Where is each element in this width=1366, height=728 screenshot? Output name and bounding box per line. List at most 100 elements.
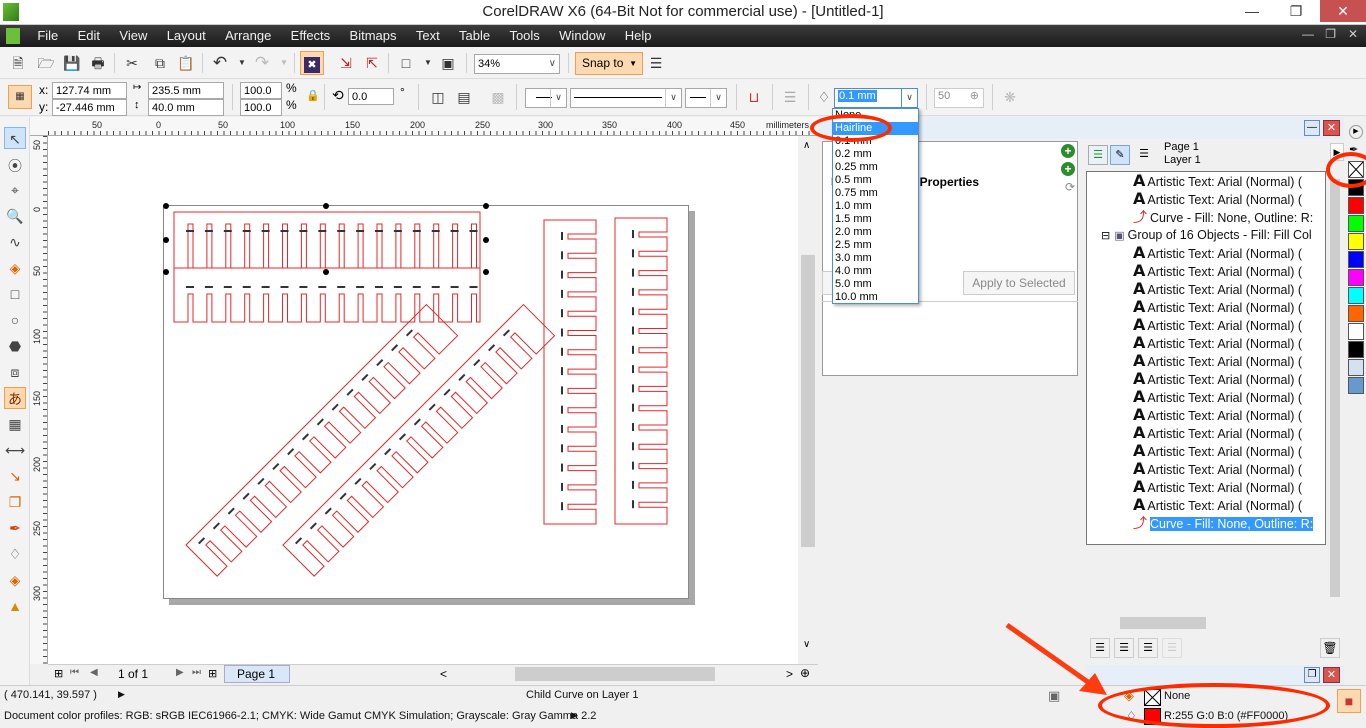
menu-effects[interactable]: Effects — [283, 25, 339, 47]
page-tab-1[interactable]: Page 1 — [224, 665, 290, 683]
object-tree-item[interactable]: A Artistic Text: Arial (Normal) ( — [1133, 388, 1302, 406]
interactive-fill-tool-icon[interactable]: ▲ — [4, 595, 26, 617]
horizontal-scroll-thumb[interactable] — [515, 667, 715, 681]
ellipse-tool-icon[interactable]: ○ — [4, 309, 26, 331]
freehand-tool-icon[interactable]: ∿ — [4, 231, 26, 253]
close-curve-icon[interactable]: ⊔ — [744, 87, 764, 107]
object-tree-item[interactable]: ⤴ Curve - Fill: None, Outline: R: — [1133, 514, 1314, 532]
snap-to-button[interactable]: Snap to ▼ — [575, 52, 643, 75]
menu-view[interactable]: View — [111, 25, 155, 47]
copy-icon[interactable]: ⧉ — [150, 53, 170, 73]
object-tree-item[interactable]: A Artistic Text: Arial (Normal) ( — [1133, 280, 1302, 298]
object-tree-item[interactable]: A Artistic Text: Arial (Normal) ( — [1133, 496, 1302, 514]
paste-icon[interactable]: 📋 — [176, 53, 196, 73]
redo-icon[interactable]: ↷ — [252, 53, 272, 73]
dimension-tool-icon[interactable]: ⟷ — [4, 439, 26, 461]
object-tree-item[interactable]: A Artistic Text: Arial (Normal) ( — [1133, 316, 1302, 334]
menu-layout[interactable]: Layout — [159, 25, 214, 47]
object-tree-item[interactable]: A Artistic Text: Arial (Normal) ( — [1133, 298, 1302, 316]
color-swatch[interactable] — [1348, 377, 1364, 394]
color-swatch[interactable] — [1348, 233, 1364, 250]
add-icon[interactable]: + — [1061, 162, 1075, 176]
outline-width-option[interactable]: 5.0 mm — [833, 278, 918, 291]
object-tree-item[interactable]: A Artistic Text: Arial (Normal) ( — [1133, 190, 1302, 208]
menu-edit[interactable]: Edit — [70, 25, 108, 47]
object-tree-item[interactable]: ⊟ ▣ Group of 16 Objects - Fill: Fill Col — [1101, 226, 1312, 244]
outline-width-option[interactable]: 0.25 mm — [833, 161, 918, 174]
launcher-icon[interactable]: ✖ — [300, 51, 324, 75]
zoom-tool-icon[interactable]: 🔍 — [4, 205, 26, 227]
vertical-ruler[interactable]: 50 0 50 100 150 200 250 300 — [30, 136, 48, 664]
start-arrow-select[interactable]: ∨ — [525, 88, 567, 108]
scroll-left-icon[interactable]: < — [440, 667, 447, 681]
x-position-input[interactable] — [52, 82, 127, 99]
object-tree-item[interactable]: A Artistic Text: Arial (Normal) ( — [1133, 334, 1302, 352]
save-icon[interactable]: 💾 — [62, 53, 82, 73]
publish-dropdown-icon[interactable]: ▼ — [418, 53, 438, 73]
y-position-input[interactable] — [52, 99, 127, 116]
maximize-button[interactable]: ❐ — [1274, 0, 1318, 22]
color-swatch[interactable] — [1348, 197, 1364, 214]
color-swatch[interactable] — [1348, 323, 1364, 340]
fill-tool-icon[interactable]: ◈ — [4, 569, 26, 591]
object-tree-item[interactable]: A Artistic Text: Arial (Normal) ( — [1133, 262, 1302, 280]
object-tree[interactable]: A Artistic Text: Arial (Normal) (A Artisti… — [1086, 171, 1326, 545]
outline-tool-icon[interactable]: ♢ — [4, 543, 26, 565]
edit-across-layers-icon[interactable]: ✎ — [1110, 145, 1130, 165]
expand-arrow-icon[interactable]: ▶ — [118, 689, 125, 700]
add-icon[interactable]: + — [1061, 144, 1075, 158]
color-profiles[interactable]: Document color profiles: RGB: sRGB IEC61… — [4, 710, 596, 722]
reference-point-icon[interactable]: ▦ — [8, 85, 32, 109]
new-master-odd-layer-icon[interactable]: ☰ — [1138, 638, 1158, 658]
polygon-tool-icon[interactable]: ⬣ — [4, 335, 26, 357]
color-swatch[interactable] — [1348, 269, 1364, 286]
outline-width-option[interactable]: 0.5 mm — [833, 174, 918, 187]
color-swatch[interactable] — [1348, 215, 1364, 232]
collapse-icon[interactable]: ⊟ — [1101, 230, 1110, 242]
options-icon[interactable]: ☰ — [646, 53, 666, 73]
menu-file[interactable]: File — [29, 25, 66, 47]
menu-window[interactable]: Window — [551, 25, 613, 47]
undo-icon[interactable]: ↶ — [210, 53, 230, 73]
object-tree-scrollbar[interactable] — [1328, 171, 1342, 617]
scroll-right-icon[interactable]: > — [786, 667, 793, 681]
smart-fill-tool-icon[interactable]: ◈ — [4, 257, 26, 279]
table-tool-icon[interactable]: ▦ — [4, 413, 26, 435]
object-tree-item[interactable]: A Artistic Text: Arial (Normal) ( — [1133, 478, 1302, 496]
mirror-horizontal-icon[interactable]: ◫ — [428, 87, 448, 107]
next-page-icon[interactable]: ▶ — [176, 667, 184, 678]
outline-width-option[interactable]: 3.0 mm — [833, 252, 918, 265]
text-tool-icon[interactable]: あ — [4, 387, 26, 409]
object-tree-item[interactable]: A Artistic Text: Arial (Normal) ( — [1133, 424, 1302, 442]
object-tree-item[interactable]: A Artistic Text: Arial (Normal) ( — [1133, 244, 1302, 262]
zoom-level-combo[interactable]: 34% ∨ — [474, 54, 560, 74]
snap-points-icon[interactable]: ❋ — [1000, 87, 1020, 107]
lock-ratio-icon[interactable]: 🔒 — [306, 89, 320, 102]
outline-width-option[interactable]: 10.0 mm — [833, 291, 918, 304]
add-page-after-icon[interactable]: ⊞ — [208, 667, 217, 680]
shape-tool-icon[interactable]: ⦿ — [4, 155, 26, 177]
basic-shapes-tool-icon[interactable]: ⧈ — [4, 361, 26, 383]
line-style-select[interactable]: ∨ — [570, 88, 682, 108]
doc-close-button[interactable]: ✕ — [1348, 27, 1358, 41]
eyedropper-tool-icon[interactable]: ✒ — [4, 517, 26, 539]
crop-tool-icon[interactable]: ⌖ — [4, 179, 26, 201]
outline-width-option[interactable]: 0.2 mm — [833, 148, 918, 161]
outline-width-option[interactable]: 2.5 mm — [833, 239, 918, 252]
outline-width-option[interactable]: 1.0 mm — [833, 200, 918, 213]
object-tree-item[interactable]: A Artistic Text: Arial (Normal) ( — [1133, 172, 1302, 190]
new-document-icon[interactable]: 🗎 — [8, 53, 28, 73]
scale-y-input[interactable] — [240, 99, 282, 116]
wrap-text-icon[interactable]: ▩ — [488, 87, 508, 107]
expand-arrow-icon[interactable]: ▶ — [571, 710, 578, 721]
mirror-vertical-icon[interactable]: ▤ — [454, 87, 474, 107]
docker-minimize-button[interactable]: — — [1304, 120, 1320, 136]
new-master-even-layer-icon[interactable]: ☰ — [1162, 638, 1182, 658]
outline-width-option[interactable]: 0.75 mm — [833, 187, 918, 200]
cut-icon[interactable]: ✂ — [122, 53, 142, 73]
object-tree-item[interactable]: ⤴ Curve - Fill: None, Outline: R: — [1133, 208, 1313, 226]
zoom-navigator-icon[interactable]: ⊕ — [800, 666, 810, 680]
object-tree-item[interactable]: A Artistic Text: Arial (Normal) ( — [1133, 370, 1302, 388]
palette-scroll-icon[interactable]: ▶ — [1349, 125, 1363, 139]
delete-icon[interactable]: 🗑 — [1320, 638, 1340, 658]
